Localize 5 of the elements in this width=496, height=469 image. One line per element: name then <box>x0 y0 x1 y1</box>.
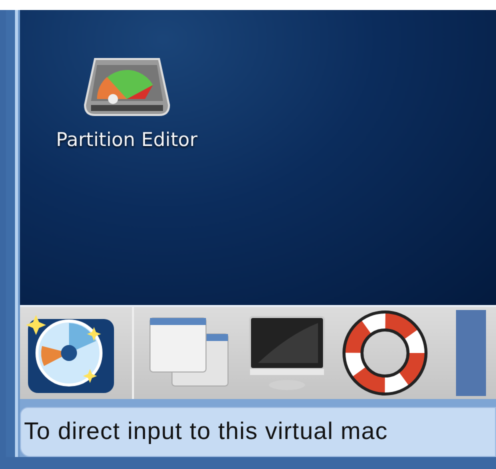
hard-drive-icon[interactable] <box>82 55 171 119</box>
icon-label: Partition Editor <box>56 129 198 151</box>
status-text: To direct input to this virtual mac <box>24 418 388 446</box>
monitor-icon[interactable] <box>248 315 326 391</box>
lifebuoy-icon[interactable] <box>342 310 428 396</box>
